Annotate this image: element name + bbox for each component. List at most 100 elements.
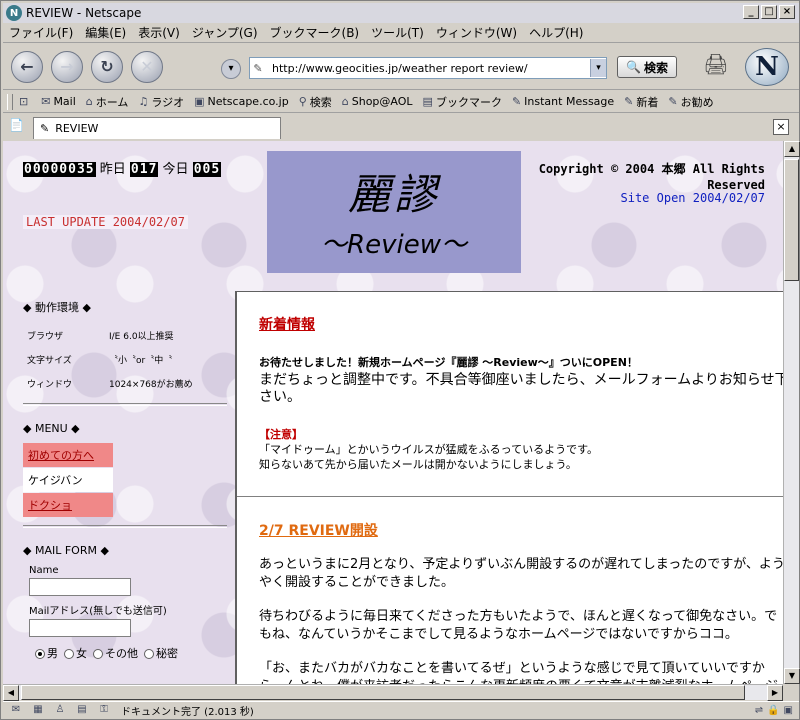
- vertical-scrollbar[interactable]: ▲ ▼: [783, 141, 800, 684]
- vertical-scroll-thumb[interactable]: [784, 159, 799, 281]
- horizontal-scrollbar[interactable]: ◀ ▶: [3, 684, 783, 701]
- reload-button[interactable]: ↻: [91, 50, 123, 83]
- toolbar-grip[interactable]: [7, 93, 13, 110]
- bookmark-im[interactable]: ✎ Instant Message: [512, 95, 614, 108]
- article-paragraph-2: 待ちわびるように毎日来てくださった方もいたようで、ほんと遅くなって御免なさい。で…: [259, 609, 778, 642]
- status-text: ドキュメント完了 (2.013 秒): [121, 707, 254, 718]
- menu-edit[interactable]: 編集(E): [79, 24, 132, 41]
- tab-page-icon: ✎: [40, 122, 50, 135]
- sidebar-toggle-icon[interactable]: 📄: [9, 118, 24, 132]
- close-tab-button[interactable]: ×: [773, 119, 789, 135]
- menu-bar: ファイル(F) 編集(E) 表示(V) ジャンプ(G) ブックマーク(B) ツー…: [3, 23, 799, 43]
- bookmark-new[interactable]: ✎ 新着: [624, 94, 658, 110]
- netscape-logo[interactable]: N: [745, 48, 789, 86]
- maximize-button[interactable]: □: [761, 5, 777, 19]
- addressbook-icon[interactable]: ▤: [73, 704, 91, 718]
- news-title[interactable]: 新着情報: [259, 314, 783, 334]
- menu-link-reading[interactable]: ドクショ: [23, 493, 113, 517]
- folder-icon: ▤: [422, 95, 433, 108]
- radio-button[interactable]: [144, 649, 154, 659]
- bookmark-label: お勧め: [680, 95, 714, 109]
- aim-icon[interactable]: ♙: [51, 704, 69, 718]
- online-status-icon[interactable]: ⇌: [755, 705, 763, 716]
- radio-button[interactable]: [64, 649, 74, 659]
- mail-label: Mailアドレス(無しでも送信可): [29, 606, 167, 617]
- bookmark-shop[interactable]: ⌂ Shop@AOL: [342, 95, 413, 108]
- close-button[interactable]: ×: [779, 5, 795, 19]
- mail-field[interactable]: [29, 619, 131, 637]
- menu-view[interactable]: 表示(V): [132, 24, 186, 41]
- go-dropdown-icon[interactable]: ▾: [221, 59, 241, 79]
- bookmark-label: 新着: [636, 95, 659, 109]
- radio-male[interactable]: 男: [35, 645, 58, 661]
- env-row: 文字サイズ 〝小〝or〝中〝: [23, 347, 227, 371]
- menu-bookmarks[interactable]: ブックマーク(B): [264, 24, 366, 41]
- mail-status-icon[interactable]: ✉: [7, 704, 25, 718]
- notice-title: 【注意】: [259, 428, 303, 441]
- radio-female[interactable]: 女: [64, 645, 87, 661]
- radio-other[interactable]: その他: [93, 645, 138, 661]
- bookmark-mail[interactable]: ✉ Mail: [41, 95, 76, 108]
- left-sidebar: ◆ 動作環境 ◆ ブラウザ I/E 6.0以上推奨 文字サイズ 〝小〝or〝中〝 ウ…: [23, 299, 227, 661]
- scroll-up-arrow-icon[interactable]: ▲: [784, 141, 800, 157]
- tab-review[interactable]: ✎ REVIEW: [33, 117, 281, 139]
- menu-help[interactable]: ヘルプ(H): [523, 24, 589, 41]
- search-icon: ⚲: [298, 95, 307, 108]
- article-title[interactable]: 2/7 REVIEW開設: [259, 520, 783, 540]
- horizontal-scroll-thumb[interactable]: [21, 685, 745, 700]
- bookmark-folder[interactable]: ▤ ブックマーク: [423, 94, 502, 110]
- netscape-app-icon: N: [6, 5, 22, 21]
- menu-window[interactable]: ウィンドウ(W): [430, 24, 523, 41]
- article-section: 2/7 REVIEW開設 あっというまに2月となり、予定よりずいぶん開設するのが…: [259, 520, 783, 684]
- site-banner: 麗謬 〜Review〜: [267, 151, 521, 273]
- bookmark-icon: ✎: [511, 95, 522, 108]
- menu-tools[interactable]: ツール(T): [365, 24, 430, 41]
- forward-button[interactable]: →: [51, 50, 83, 83]
- scroll-right-arrow-icon[interactable]: ▶: [767, 685, 783, 701]
- env-title: ◆ 動作環境 ◆: [23, 301, 91, 314]
- minimize-button[interactable]: _: [743, 5, 759, 19]
- url-field[interactable]: ✎ http://www.geocities.jp/weather report…: [249, 57, 607, 79]
- yesterday-label: 昨日: [99, 162, 126, 177]
- menu-link-bbs[interactable]: ケイジバン: [23, 468, 113, 492]
- bookmark-search[interactable]: ⚲ 検索: [299, 94, 332, 110]
- back-button[interactable]: ←: [11, 50, 43, 83]
- name-field[interactable]: [29, 578, 131, 596]
- print-icon[interactable]: 🖨: [701, 52, 731, 78]
- name-label: Name: [29, 565, 59, 576]
- menu-link-first-time[interactable]: 初めての方へ: [23, 443, 113, 467]
- env-key: ウィンドウ: [27, 379, 73, 390]
- toolbar-tab-icon[interactable]: ⊡: [19, 95, 31, 108]
- last-update: LAST UPDATE 2004/02/07: [23, 215, 188, 229]
- url-history-dropdown[interactable]: ▾: [590, 59, 606, 77]
- search-button[interactable]: 🔍 検索: [617, 56, 677, 78]
- yesterday-count: 017: [129, 162, 159, 177]
- url-text[interactable]: http://www.geocities.jp/weather report r…: [266, 62, 590, 75]
- bookmark-label: Instant Message: [524, 95, 615, 108]
- env-row: ウィンドウ 1024×768がお薦め: [23, 371, 227, 395]
- bookmark-netscape[interactable]: ▣ Netscape.co.jp: [194, 95, 289, 108]
- title-bar: N REVIEW - Netscape _ □ ×: [3, 3, 799, 23]
- radio-secret[interactable]: 秘密: [144, 645, 178, 661]
- news-lead: お待たせしました！新規ホームページ『麗謬 〜Review〜』ついにOPEN！: [259, 356, 638, 369]
- scroll-left-arrow-icon[interactable]: ◀: [3, 685, 19, 701]
- security-icon[interactable]: ⚿: [95, 704, 113, 718]
- scroll-down-arrow-icon[interactable]: ▼: [784, 668, 800, 684]
- sidebar-divider: [23, 403, 227, 406]
- menu-go[interactable]: ジャンプ(G): [186, 24, 264, 41]
- article-paragraph-3: 「お、またバカがバカなことを書いてるぜ」というような感じで見て頂いていいですから…: [259, 661, 778, 684]
- composer-icon[interactable]: ▦: [29, 704, 47, 718]
- home-icon: ⌂: [85, 95, 93, 108]
- bookmark-radio[interactable]: ♫ ラジオ: [138, 94, 184, 110]
- counter-total: 00000035: [23, 162, 96, 177]
- notice-line-2: 知らないあて先から届いたメールは開かないようにしましょう。: [259, 458, 577, 471]
- radio-button[interactable]: [93, 649, 103, 659]
- window-title: REVIEW - Netscape: [26, 6, 142, 20]
- stop-button[interactable]: ✕: [131, 50, 163, 83]
- banner-title: 麗謬: [347, 170, 440, 219]
- bookmark-home[interactable]: ⌂ ホーム: [86, 94, 129, 110]
- bookmark-recommend[interactable]: ✎ お勧め: [668, 94, 713, 110]
- tab-icon: ⊡: [19, 95, 29, 108]
- menu-file[interactable]: ファイル(F): [3, 24, 79, 41]
- radio-button[interactable]: [35, 649, 45, 659]
